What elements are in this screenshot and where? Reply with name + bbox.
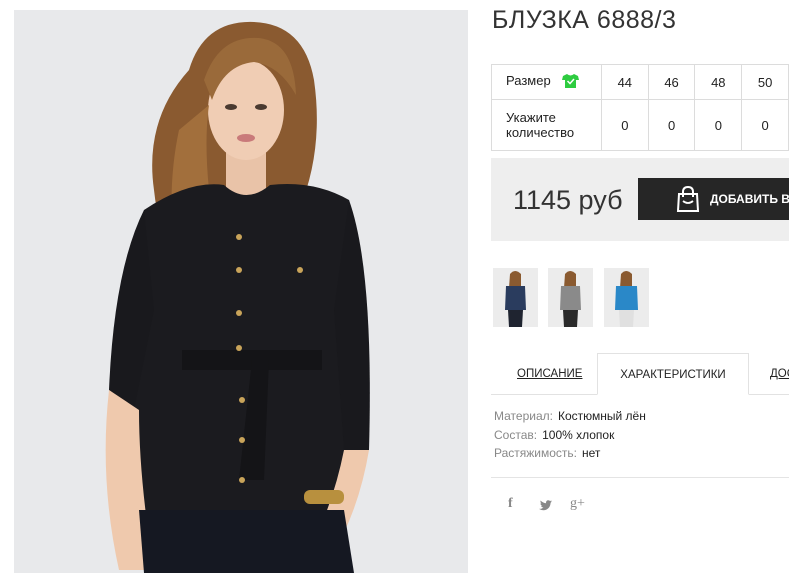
size-row: Размер 44 46 48 50 <box>491 64 789 100</box>
facebook-icon[interactable]: f <box>508 496 513 512</box>
quantity-input-48[interactable]: 0 <box>694 99 743 151</box>
size-label: Размер <box>506 73 551 89</box>
add-to-cart-label: ДОБАВИТЬ В З <box>710 192 789 206</box>
thumbnail-grey[interactable] <box>548 268 593 327</box>
shopping-bag-icon <box>676 186 700 212</box>
quantity-row: Укажите количество 0 0 0 0 <box>491 99 789 151</box>
spec-key: Состав: <box>494 428 538 442</box>
tab-description[interactable]: ОПИСАНИЕ <box>517 353 582 394</box>
spec-composition: Состав: 100% хлопок <box>494 428 614 442</box>
spec-value: нет <box>582 446 601 460</box>
size-50: 50 <box>741 64 789 100</box>
spec-key: Материал: <box>494 409 553 423</box>
price-box: 1145 руб ДОБАВИТЬ В З <box>491 158 789 241</box>
size-46: 46 <box>647 64 696 100</box>
size-label-cell: Размер <box>491 64 602 100</box>
tab-delivery[interactable]: ДОС <box>770 353 789 394</box>
size-48: 48 <box>694 64 743 100</box>
twitter-icon[interactable] <box>538 500 552 516</box>
divider <box>491 477 789 478</box>
thumbnail-navy[interactable] <box>493 268 538 327</box>
size-quantity-table: Размер 44 46 48 50 Укажите количество 0 … <box>491 64 789 151</box>
spec-stretch: Растяжимость: нет <box>494 446 600 460</box>
tab-characteristics[interactable]: ХАРАКТЕРИСТИКИ <box>597 353 749 395</box>
spec-material: Материал: Костюмный лён <box>494 409 646 423</box>
spec-value: 100% хлопок <box>542 428 615 442</box>
spec-value: Костюмный лён <box>557 409 646 423</box>
price: 1145 руб <box>513 185 623 215</box>
product-tabs: ОПИСАНИЕ ХАРАКТЕРИСТИКИ ДОС <box>491 353 789 395</box>
spec-key: Растяжимость: <box>494 446 578 460</box>
quantity-input-46[interactable]: 0 <box>647 99 696 151</box>
google-plus-icon[interactable]: g+ <box>570 496 585 512</box>
quantity-label: Укажите количество <box>491 99 602 151</box>
size-44: 44 <box>600 64 649 100</box>
product-main-image[interactable] <box>14 10 468 573</box>
product-title: БЛУЗКА 6888/3 <box>492 6 677 34</box>
quantity-input-44[interactable]: 0 <box>600 99 649 151</box>
thumbnail-grey-image <box>548 268 593 327</box>
thumbnail-blue-image <box>604 268 649 327</box>
thumbnail-blue[interactable] <box>604 268 649 327</box>
add-to-cart-button[interactable]: ДОБАВИТЬ В З <box>638 178 789 220</box>
model-photo-illustration <box>14 10 468 573</box>
size-chart-icon[interactable] <box>562 73 580 91</box>
thumbnail-navy-image <box>493 268 538 327</box>
quantity-input-50[interactable]: 0 <box>741 99 789 151</box>
